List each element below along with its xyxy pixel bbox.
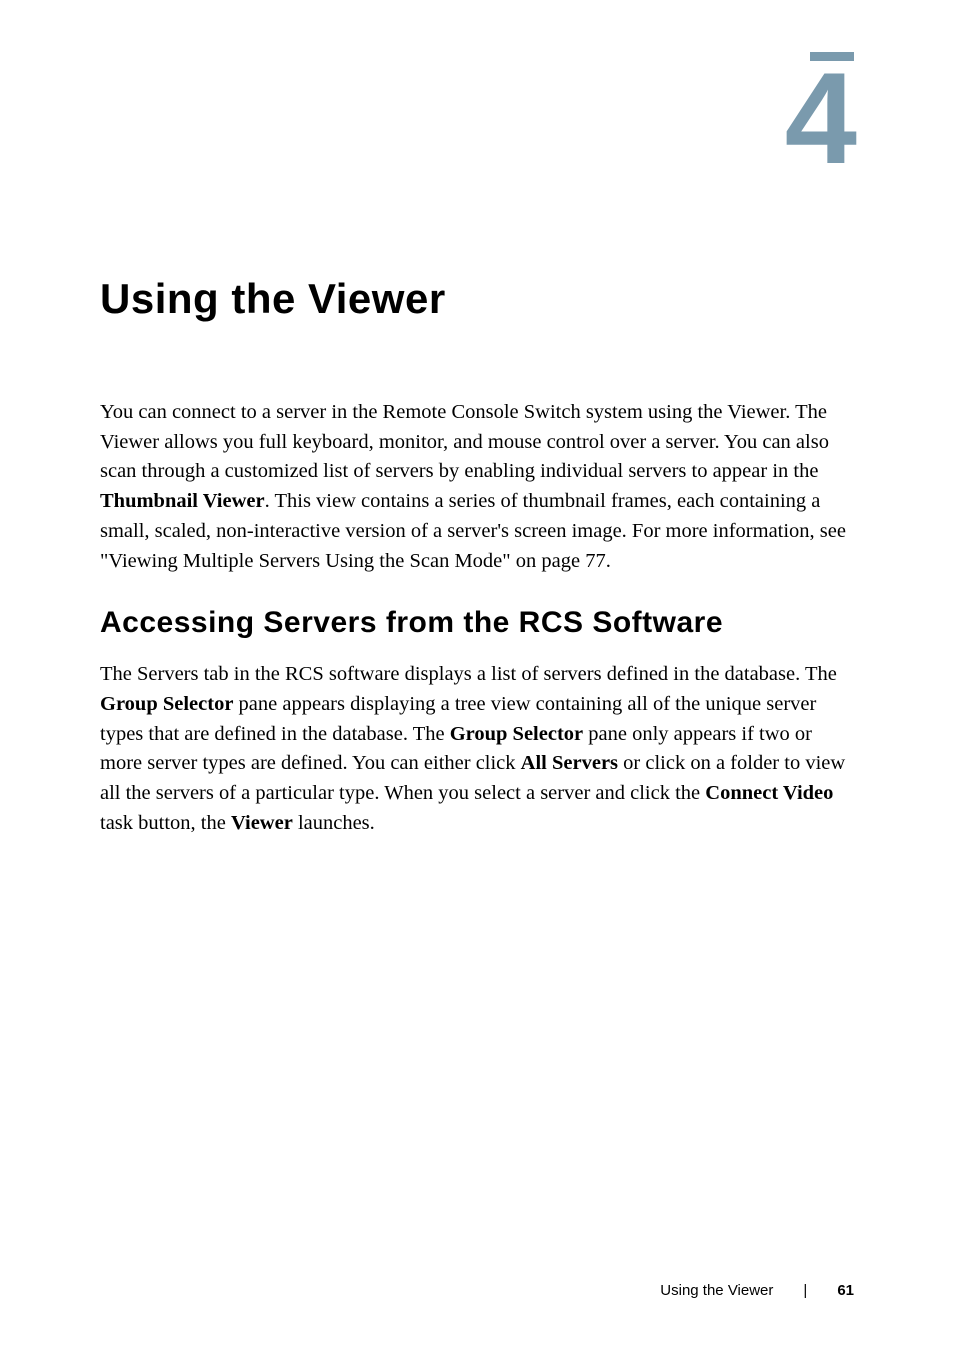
footer-separator: |	[803, 1282, 807, 1299]
section-bold-viewer: Viewer	[231, 812, 293, 834]
section-heading: Accessing Servers from the RCS Software	[100, 606, 854, 640]
section-bold-all-servers: All Servers	[521, 752, 618, 774]
intro-text-part1: You can connect to a server in the Remot…	[100, 401, 829, 482]
footer-title: Using the Viewer	[660, 1282, 773, 1299]
section-bold-group-selector-2: Group Selector	[450, 723, 583, 745]
intro-paragraph: You can connect to a server in the Remot…	[100, 398, 854, 576]
section-bold-group-selector-1: Group Selector	[100, 693, 233, 715]
chapter-number-block: 4	[785, 52, 854, 174]
section-text-part1: The Servers tab in the RCS software disp…	[100, 663, 837, 685]
section-paragraph: The Servers tab in the RCS software disp…	[100, 660, 854, 838]
footer-page-number: 61	[837, 1282, 854, 1299]
intro-bold-thumbnail-viewer: Thumbnail Viewer	[100, 490, 265, 512]
section-bold-connect-video: Connect Video	[705, 782, 833, 804]
document-page: 4 Using the Viewer You can connect to a …	[0, 0, 954, 1351]
section-text-part6: launches.	[293, 812, 375, 834]
page-footer: Using the Viewer | 61	[660, 1282, 854, 1299]
chapter-title: Using the Viewer	[100, 275, 854, 323]
section-text-part5: task button, the	[100, 812, 231, 834]
chapter-number: 4	[785, 63, 854, 174]
